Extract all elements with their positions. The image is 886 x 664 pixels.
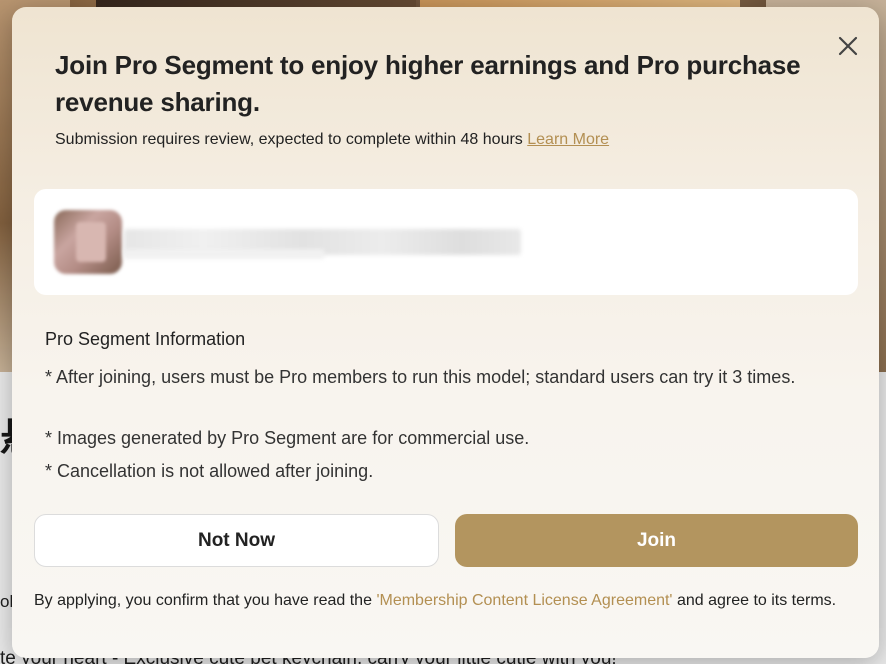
modal-subtitle: Submission requires review, expected to … [55, 131, 609, 149]
terms-prefix: By applying, you confirm that you have r… [34, 592, 372, 609]
model-meta-redacted [124, 249, 324, 259]
join-pro-modal: Join Pro Segment to enjoy higher earning… [12, 7, 879, 658]
license-agreement-link[interactable]: 'Membership Content License Agreement' [376, 592, 672, 609]
info-item: * After joining, users must be Pro membe… [45, 367, 796, 387]
section-title: Pro Segment Information [45, 329, 246, 349]
terms-notice: By applying, you confirm that you have r… [34, 590, 854, 611]
close-icon [838, 36, 858, 56]
close-button[interactable] [834, 32, 862, 60]
not-now-button[interactable]: Not Now [34, 514, 439, 567]
modal-title: Join Pro Segment to enjoy higher earning… [55, 50, 801, 117]
info-item: * Cancellation is not allowed after join… [45, 461, 374, 481]
info-item: * Images generated by Pro Segment are fo… [45, 428, 530, 448]
model-avatar [54, 210, 122, 274]
join-button[interactable]: Join [455, 514, 858, 567]
terms-suffix: and agree to its terms. [676, 592, 837, 609]
model-card [34, 189, 858, 295]
review-notice: Submission requires review, expected to … [55, 131, 523, 148]
learn-more-link[interactable]: Learn More [527, 131, 609, 148]
